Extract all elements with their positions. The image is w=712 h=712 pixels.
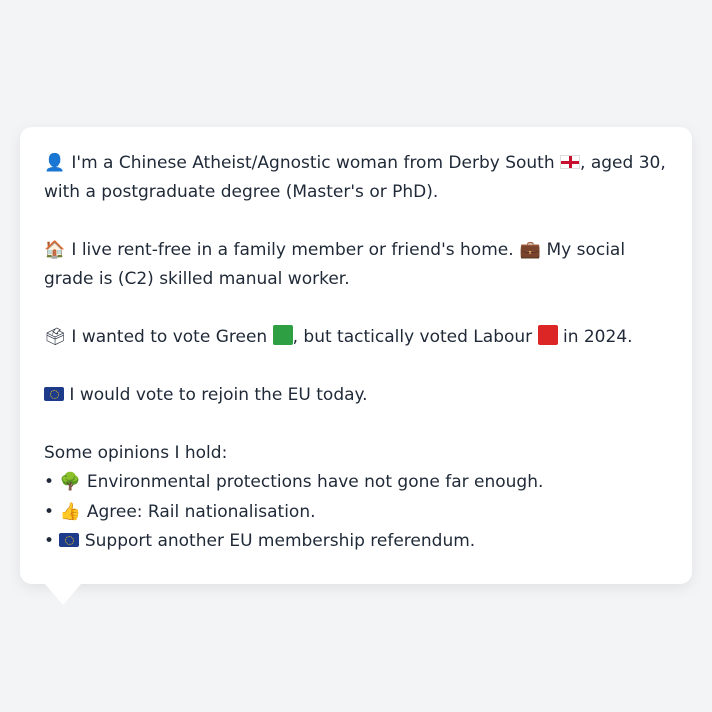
eu-paragraph: I would vote to rejoin the EU today. (44, 381, 668, 410)
eu-flag-icon (59, 533, 80, 547)
identity-text-1: I'm a Chinese Atheist/Agnostic woman fro… (71, 153, 555, 173)
ballot-box-icon: 🗳 (44, 327, 66, 347)
identity-paragraph: 👤 I'm a Chinese Atheist/Agnostic woman f… (44, 149, 668, 207)
vote-text-1: I wanted to vote Green (71, 327, 268, 347)
tree-icon: 🌳 (59, 472, 82, 492)
housing-paragraph: 🏠 I live rent-free in a family member or… (44, 236, 668, 294)
opinion-text: Agree: Rail nationalisation. (86, 501, 316, 522)
vote-paragraph: 🗳 I wanted to vote Green , but tacticall… (44, 323, 668, 352)
opinion-text: Environmental protections have not gone … (86, 472, 544, 492)
list-item: 🌳 Environmental protections have not gon… (44, 468, 668, 498)
opinions-heading: Some opinions I hold: (44, 443, 228, 463)
message-bubble: 👤 I'm a Chinese Atheist/Agnostic woman f… (20, 127, 692, 605)
vote-text-2: , but tactically voted Labour (292, 327, 533, 347)
opinion-text: Support another EU membership referendum… (84, 531, 476, 551)
red-square-icon (537, 325, 558, 345)
england-flag-icon (560, 155, 581, 169)
thumbs-up-icon: 👍 (59, 501, 82, 522)
briefcase-icon: 💼 (519, 240, 541, 260)
house-icon: 🏠 (44, 240, 66, 260)
list-item: Support another EU membership referendum… (44, 527, 668, 557)
bubble-tail (45, 584, 81, 605)
vote-text-3: in 2024. (557, 327, 633, 347)
eu-flag-icon (44, 387, 64, 401)
eu-text: I would vote to rejoin the EU today. (69, 385, 368, 405)
housing-text: I live rent-free in a family member or f… (71, 240, 514, 260)
person-silhouette-icon: 👤 (44, 153, 66, 173)
list-item: 👍 Agree: Rail nationalisation. (44, 498, 668, 528)
opinions-list: 🌳 Environmental protections have not gon… (44, 468, 668, 557)
green-square-icon (272, 325, 293, 345)
